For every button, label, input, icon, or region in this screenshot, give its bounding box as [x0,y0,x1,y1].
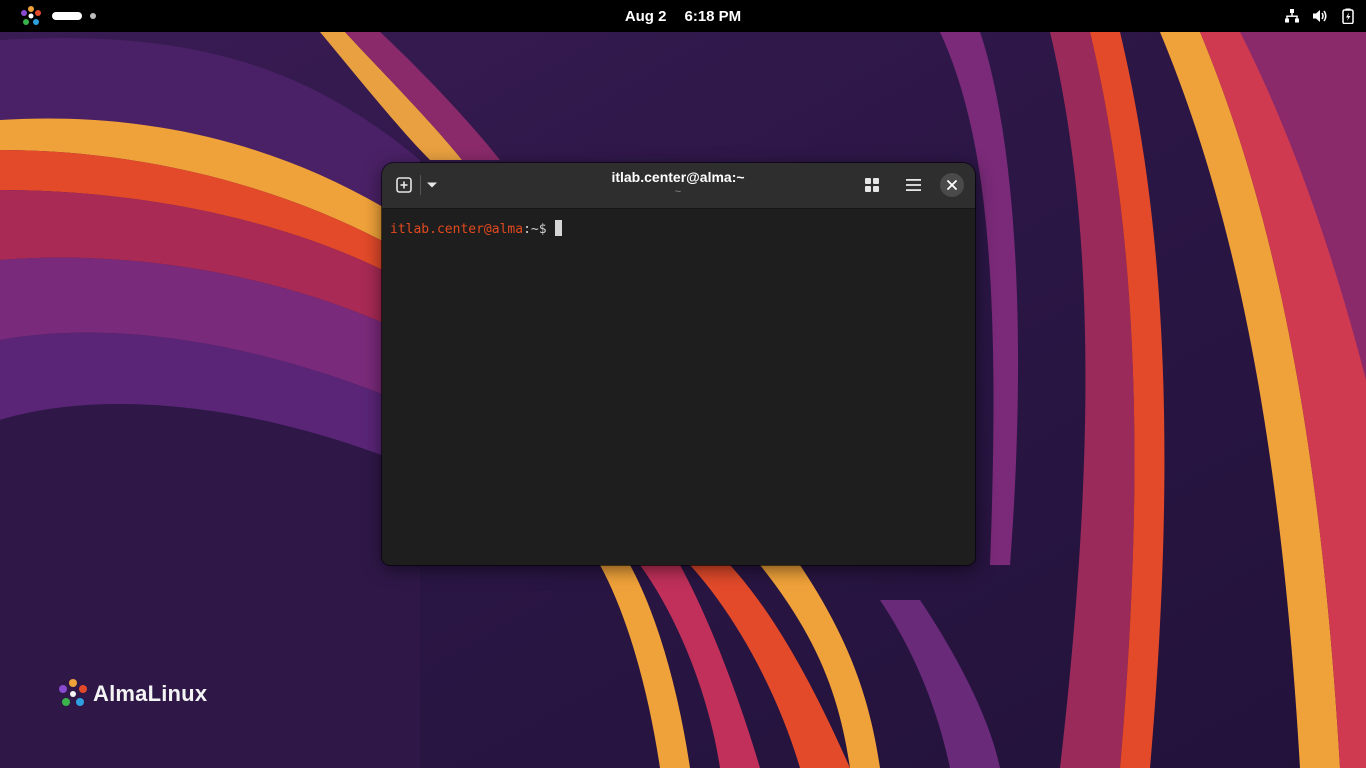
clock[interactable]: Aug 2 6:18 PM [610,0,756,32]
grid-icon [865,178,879,192]
workspace-dot[interactable] [90,13,96,19]
prompt-line: itlab.center@alma:~$ [390,220,563,238]
new-tab-button[interactable] [394,172,414,198]
almalinux-logo-icon [59,679,87,706]
workspace-indicator[interactable] [52,9,96,23]
terminal-headerbar[interactable]: itlab.center@alma:~ ~ [382,163,975,209]
system-tray[interactable] [1284,0,1356,32]
terminal-area[interactable]: itlab.center@alma:~$ [382,209,975,565]
clock-time: 6:18 PM [684,7,742,25]
text-cursor [555,220,563,236]
header-separator [420,175,421,195]
chevron-down-icon [427,182,437,188]
new-tab-icon [396,177,412,193]
workspace-active-pill[interactable] [52,12,82,20]
close-icon [947,180,957,190]
window-title: itlab.center@alma:~ [611,169,745,185]
top-bar: Aug 2 6:18 PM [0,0,1366,32]
volume-icon [1313,10,1327,22]
terminal-window[interactable]: itlab.center@alma:~ ~ itlab.center@alma:… [382,163,975,565]
activities-button[interactable] [20,5,42,27]
almalinux-brand: AlmaLinux [57,676,207,712]
battery-icon [1342,8,1354,24]
hamburger-menu-icon [905,179,921,191]
tab-overview-button[interactable] [862,172,882,198]
brand-name: AlmaLinux [93,681,208,706]
window-subtitle: ~ [674,186,682,198]
prompt-path: :~$ [523,222,555,237]
clock-date: Aug 2 [624,7,667,25]
almalinux-logo-icon [21,6,41,25]
network-wired-icon [1285,9,1299,23]
new-tab-menu-button[interactable] [422,172,442,198]
close-button[interactable] [940,173,964,197]
prompt-user-host: itlab.center@alma [390,222,524,237]
main-menu-button[interactable] [902,172,924,198]
